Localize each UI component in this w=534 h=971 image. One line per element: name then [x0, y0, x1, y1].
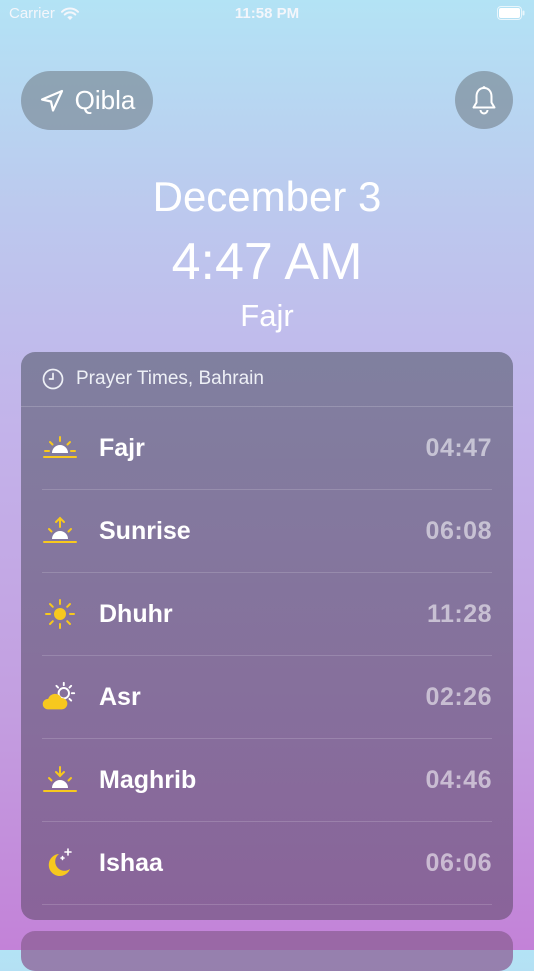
- prayer-row-fajr[interactable]: Fajr 04:47: [42, 407, 492, 490]
- status-clock: 11:58 PM: [234, 5, 300, 22]
- date-heading: December 3: [152, 173, 382, 220]
- prayer-time: 04:46: [425, 765, 492, 794]
- sunset-icon: [42, 762, 78, 798]
- status-bar: Carrier 11:58 PM: [0, 0, 534, 28]
- notifications-button[interactable]: [455, 71, 513, 129]
- time-heading: 4:47 AM: [171, 233, 363, 291]
- prayer-name: Fajr: [99, 433, 145, 462]
- prayer-row-dhuhr[interactable]: Dhuhr 11:28: [42, 573, 492, 656]
- battery-icon: [497, 6, 525, 20]
- qibla-label: Qibla: [74, 85, 136, 115]
- prayer-time: 06:08: [425, 516, 492, 545]
- prayer-name: Maghrib: [99, 765, 197, 794]
- location-arrow-icon: [40, 89, 63, 112]
- current-prayer-name: Fajr: [240, 298, 294, 333]
- prayer-name: Asr: [99, 682, 141, 711]
- sunrise-low-icon: [42, 430, 78, 466]
- prayer-row-sunrise[interactable]: Sunrise 06:08: [42, 490, 492, 573]
- sunrise-icon: [42, 513, 78, 549]
- prayer-row-maghrib[interactable]: Maghrib 04:46: [42, 739, 492, 822]
- prayer-time: 04:47: [425, 433, 492, 462]
- prayer-time: 11:28: [426, 599, 492, 628]
- prayer-name: Ishaa: [99, 848, 163, 877]
- card-title: Prayer Times, Bahrain: [76, 368, 264, 389]
- bell-icon: [472, 86, 496, 115]
- clock-icon: [42, 368, 64, 390]
- cloud-sun-icon: [42, 679, 78, 715]
- prayer-times-card: Prayer Times, Bahrain Fajr 04:47 Sunrise…: [21, 352, 513, 920]
- prayer-name: Dhuhr: [99, 599, 173, 628]
- moon-stars-icon: [42, 845, 78, 881]
- sun-icon: [42, 596, 78, 632]
- prayer-row-ishaa[interactable]: Ishaa 06:06: [42, 822, 492, 905]
- card-header: Prayer Times, Bahrain: [21, 352, 513, 407]
- prayer-time: 06:06: [425, 848, 492, 877]
- secondary-card: [21, 931, 513, 971]
- prayer-row-asr[interactable]: Asr 02:26: [42, 656, 492, 739]
- qibla-button[interactable]: Qibla: [21, 71, 153, 130]
- prayer-time: 02:26: [425, 682, 492, 711]
- prayer-name: Sunrise: [99, 516, 191, 545]
